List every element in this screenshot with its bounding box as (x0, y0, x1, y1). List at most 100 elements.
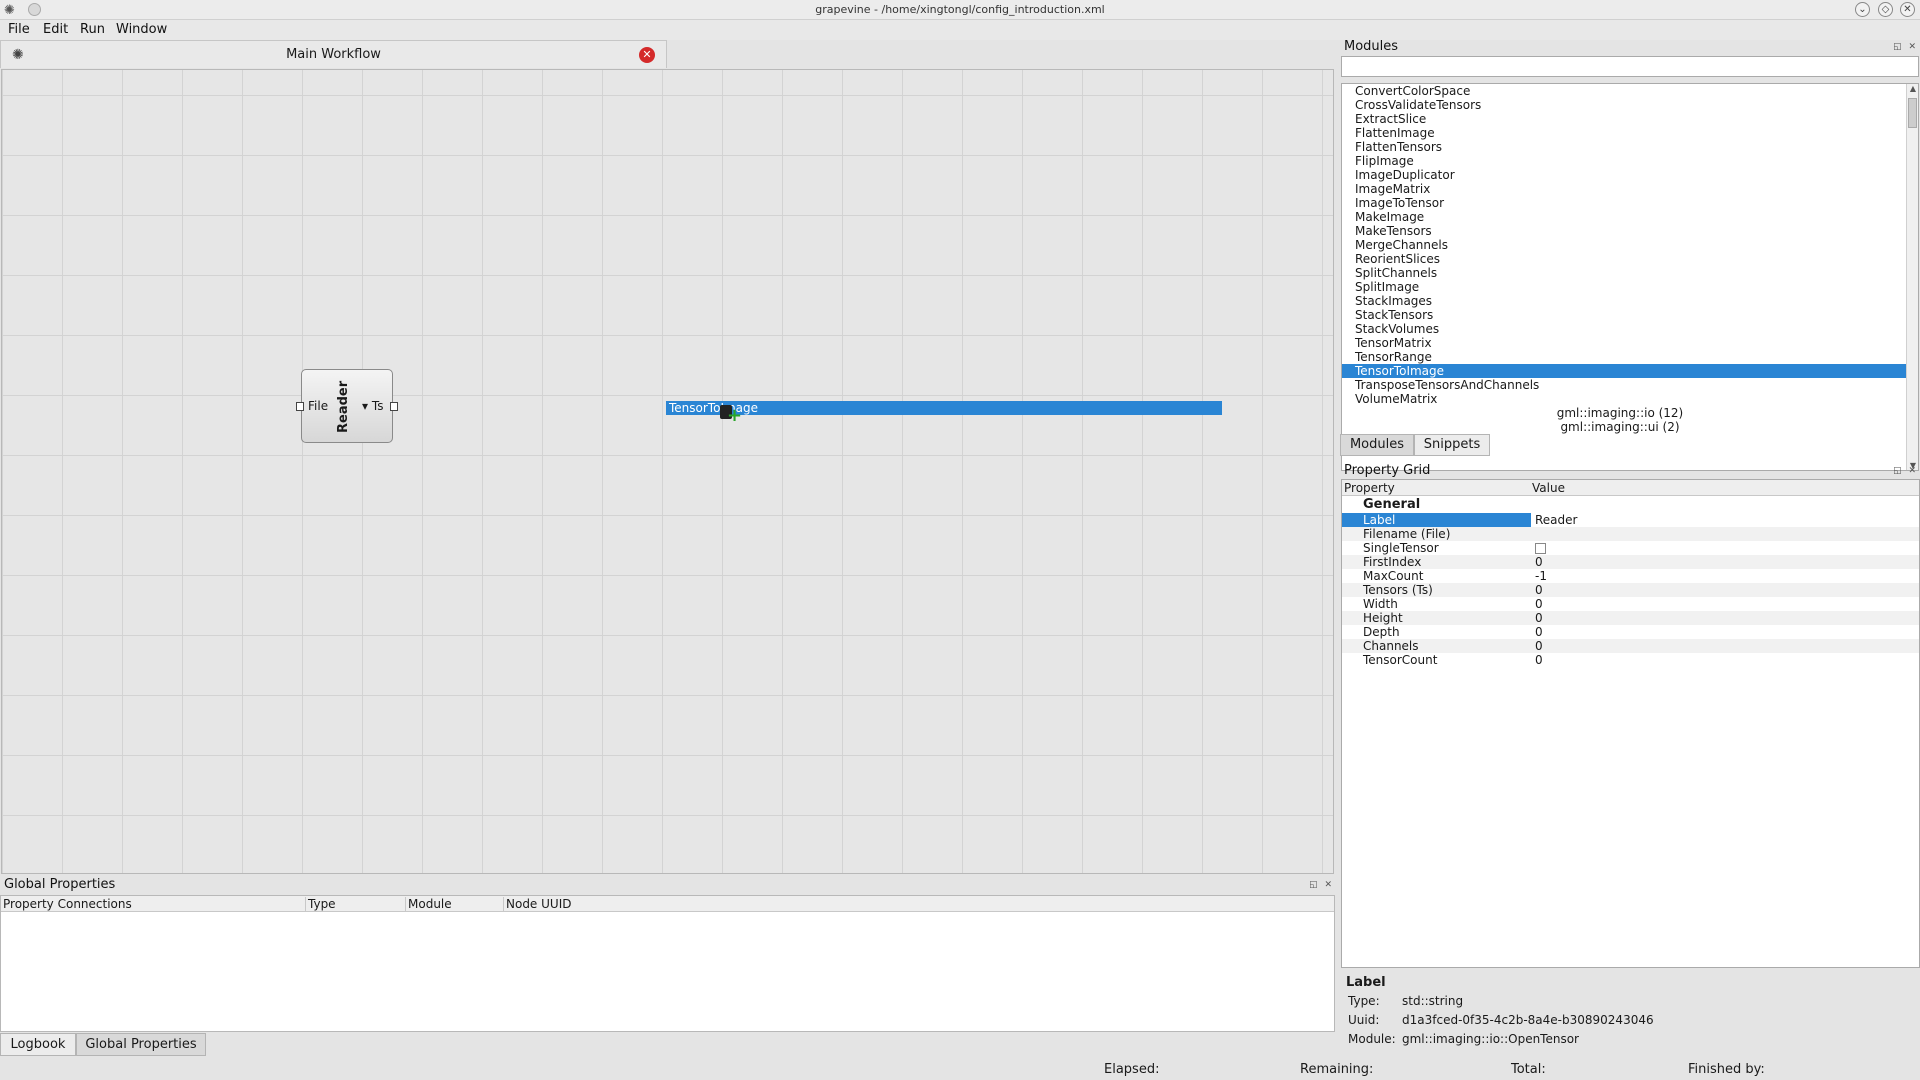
module-search-input[interactable] (1341, 56, 1919, 77)
tab-main-workflow[interactable]: ✺ Main Workflow ✕ (0, 40, 667, 68)
col-property-connections[interactable]: Property Connections (1, 897, 306, 912)
bottom-tabbar: Logbook Global Properties (0, 1033, 400, 1057)
property-key: FirstIndex (1363, 555, 1422, 569)
tab-modules[interactable]: Modules (1340, 434, 1414, 456)
workflow-canvas[interactable]: File Reader ▾ Ts TensorToImage + (1, 69, 1334, 874)
property-key: SingleTensor (1363, 541, 1439, 555)
property-row[interactable]: Channels 0 (1342, 639, 1919, 653)
tab-title: Main Workflow (286, 47, 381, 62)
global-properties-table[interactable]: Property Connections Type Module Node UU… (0, 895, 1335, 1032)
module-list-item[interactable]: MergeChannels (1342, 238, 1918, 252)
node-title: Reader (336, 380, 351, 434)
property-value[interactable]: 0 (1535, 625, 1543, 639)
module-group[interactable]: gml::imaging::ui (2) (1342, 420, 1918, 434)
dock-float-close-icons[interactable]: ◱ ✕ (1893, 466, 1918, 476)
module-list-item[interactable]: TensorToImage (1342, 364, 1918, 378)
col-module[interactable]: Module (406, 897, 504, 912)
menu-bar: File Edit Run Window (0, 20, 1920, 40)
property-key: Height (1363, 611, 1403, 625)
drag-add-plus-icon: + (727, 405, 743, 426)
menu-window[interactable]: Window (116, 22, 167, 37)
col-value[interactable]: Value (1532, 481, 1565, 495)
module-list-item[interactable]: CrossValidateTensors (1342, 98, 1918, 112)
module-list-item[interactable]: ImageDuplicator (1342, 168, 1918, 182)
col-property[interactable]: Property (1344, 481, 1395, 495)
input-port[interactable] (296, 402, 304, 411)
scroll-up-icon[interactable]: ▲ (1907, 84, 1918, 93)
module-list-item[interactable]: ImageMatrix (1342, 182, 1918, 196)
close-tab-icon[interactable]: ✕ (639, 47, 655, 63)
property-row[interactable]: TensorCount 0 (1342, 653, 1919, 667)
modules-dock: Modules ◱ ✕ ConvertColorSpace CrossValida… (1340, 38, 1920, 471)
info-uuid-value: d1a3fced-0f35-4c2b-8a4e-b30890243046 (1402, 1013, 1654, 1027)
menu-edit[interactable]: Edit (43, 22, 68, 37)
dock-title: Modules (1344, 39, 1399, 54)
property-value[interactable]: 0 (1535, 555, 1543, 569)
module-list-scrollbar[interactable]: ▲ ▼ (1906, 84, 1918, 470)
scrollbar-thumb[interactable] (1908, 98, 1917, 128)
col-node-uuid[interactable]: Node UUID (504, 897, 704, 912)
dock-float-close-icons[interactable]: ◱ ✕ (1893, 42, 1918, 52)
menu-file[interactable]: File (8, 22, 30, 37)
module-list-item[interactable]: MakeTensors (1342, 224, 1918, 238)
module-list-item[interactable]: TensorMatrix (1342, 336, 1918, 350)
tab-global-properties[interactable]: Global Properties (76, 1033, 206, 1056)
info-type-label: Type: (1348, 994, 1380, 1008)
property-key: TensorCount (1363, 653, 1438, 667)
property-row[interactable]: Tensors (Ts) 0 (1342, 583, 1919, 597)
section-general[interactable]: General (1342, 496, 1919, 513)
property-row[interactable]: FirstIndex 0 (1342, 555, 1919, 569)
module-list-item[interactable]: TransposeTensorsAndChannels (1342, 378, 1918, 392)
property-value[interactable]: 0 (1535, 583, 1543, 597)
menu-run[interactable]: Run (80, 22, 105, 37)
module-list-item[interactable]: ReorientSlices (1342, 252, 1918, 266)
info-type-value: std::string (1402, 994, 1464, 1008)
property-value[interactable]: 0 (1535, 611, 1543, 625)
single-tensor-checkbox[interactable] (1535, 543, 1546, 554)
output-port[interactable] (390, 402, 398, 411)
tab-logbook[interactable]: Logbook (0, 1033, 76, 1056)
dock-float-close-icons[interactable]: ◱ ✕ (1309, 880, 1334, 890)
property-value[interactable]: 0 (1535, 597, 1543, 611)
maximize-icon[interactable]: ◇ (1878, 2, 1893, 17)
module-list-item[interactable]: FlattenTensors (1342, 140, 1918, 154)
module-list-item[interactable]: StackImages (1342, 294, 1918, 308)
module-list-item[interactable]: StackTensors (1342, 308, 1918, 322)
module-list-item[interactable]: StackVolumes (1342, 322, 1918, 336)
module-list-item[interactable]: FlipImage (1342, 154, 1918, 168)
module-list-item[interactable]: SplitImage (1342, 280, 1918, 294)
property-row[interactable]: Depth 0 (1342, 625, 1919, 639)
module-list-item[interactable]: SplitChannels (1342, 266, 1918, 280)
module-list-item[interactable]: MakeImage (1342, 210, 1918, 224)
property-key: Width (1363, 597, 1398, 611)
window-titlebar: ✺ grapevine - /home/xingtongl/config_int… (0, 0, 1920, 20)
module-list-item[interactable]: FlattenImage (1342, 126, 1918, 140)
module-list-item[interactable]: VolumeMatrix (1342, 392, 1918, 406)
module-list-item[interactable]: ImageToTensor (1342, 196, 1918, 210)
module-group[interactable]: gml::imaging::io (12) (1342, 406, 1918, 420)
property-value[interactable]: Reader (1535, 513, 1577, 527)
close-window-icon[interactable]: ✕ (1900, 2, 1915, 17)
property-row[interactable]: Filename (File) (1342, 527, 1919, 541)
property-row[interactable]: SingleTensor (1342, 541, 1919, 555)
dock-title: Global Properties (4, 877, 116, 892)
property-value[interactable]: -1 (1535, 569, 1547, 583)
module-list-item[interactable]: ConvertColorSpace (1342, 84, 1918, 98)
tab-snippets[interactable]: Snippets (1414, 434, 1490, 456)
dock-title: Property Grid (1344, 463, 1431, 478)
module-list-item[interactable]: ExtractSlice (1342, 112, 1918, 126)
property-row[interactable]: MaxCount -1 (1342, 569, 1919, 583)
module-list[interactable]: ConvertColorSpace CrossValidateTensors Ext… (1341, 83, 1919, 471)
property-row[interactable]: Width 0 (1342, 597, 1919, 611)
property-key: Label (1363, 513, 1396, 527)
property-value[interactable]: 0 (1535, 653, 1543, 667)
property-value[interactable]: 0 (1535, 639, 1543, 653)
module-list-item[interactable]: TensorRange (1342, 350, 1918, 364)
property-row[interactable]: Height 0 (1342, 611, 1919, 625)
property-row[interactable]: Label Reader (1342, 513, 1919, 527)
minimize-icon[interactable]: ⌄ (1855, 2, 1870, 17)
property-grid-table[interactable]: Property Value General Label Reader Filena… (1341, 479, 1920, 968)
reader-node[interactable]: File Reader ▾ Ts (296, 369, 398, 443)
property-key: Depth (1363, 625, 1400, 639)
col-type[interactable]: Type (306, 897, 406, 912)
